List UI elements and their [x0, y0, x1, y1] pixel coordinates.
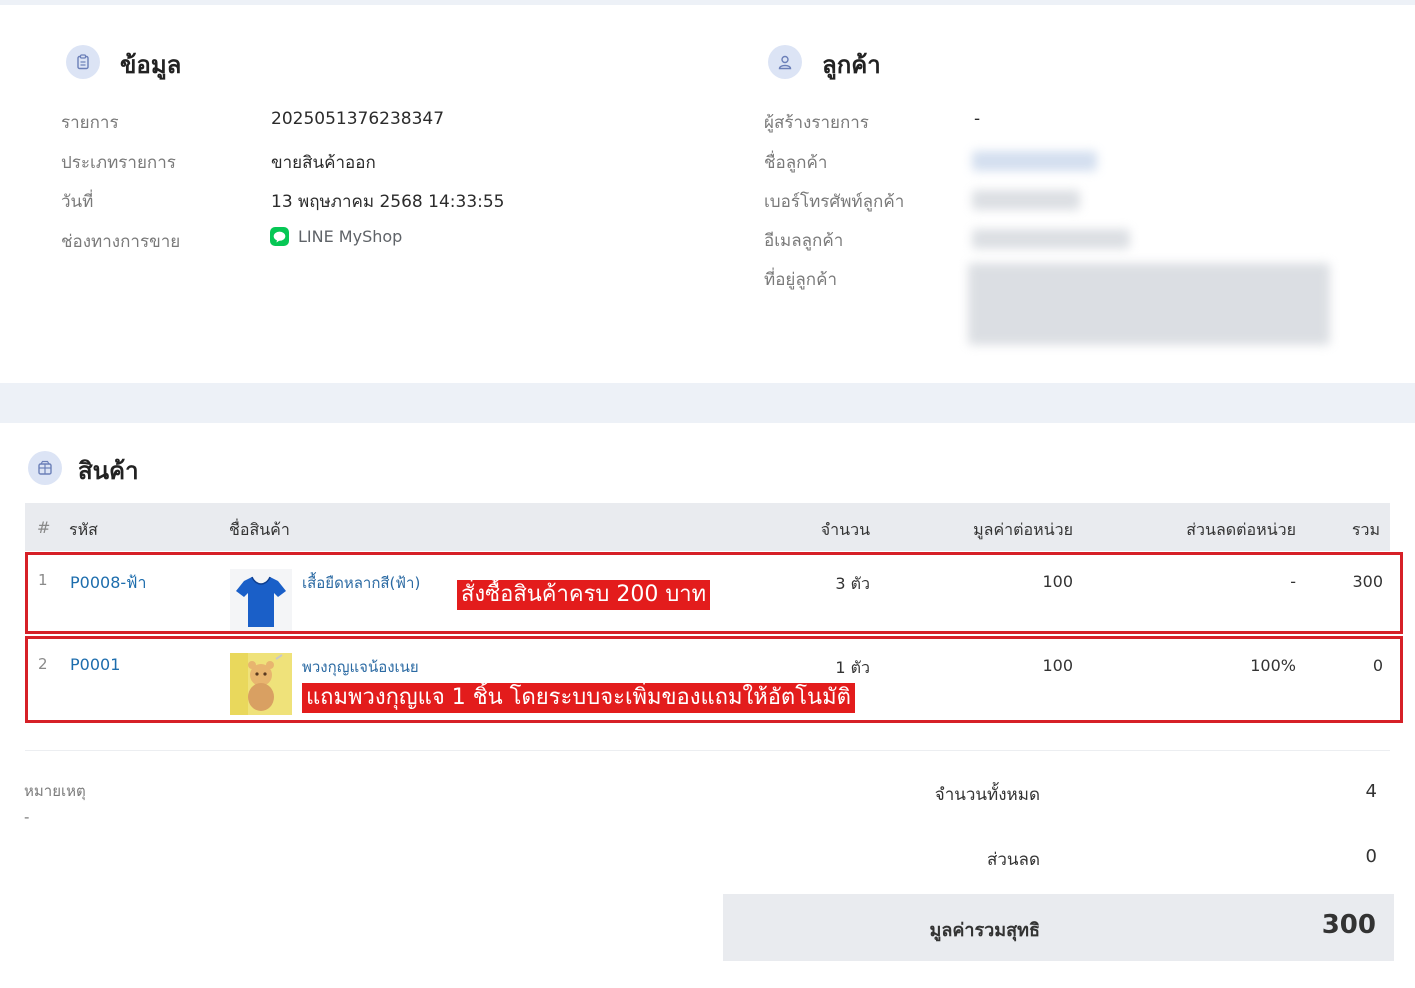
- order-type-value: ขายสินค้าออก: [271, 153, 376, 173]
- customer-title: ลูกค้า: [822, 51, 881, 79]
- row-index: 2: [38, 655, 48, 673]
- note-label: หมายเหตุ: [24, 782, 86, 800]
- promo-annotation: แถมพวงกุญแจ 1 ชิ้น โดยระบบจะเพิ่มของแถมใ…: [302, 683, 855, 713]
- row-total: 300: [1352, 572, 1383, 591]
- divider: [25, 750, 1390, 751]
- product-code-link[interactable]: P0001: [70, 655, 120, 674]
- date-value: 13 พฤษภาคม 2568 14:33:55: [271, 192, 505, 212]
- net-total-value: 300: [1321, 910, 1376, 940]
- customer-phone-redacted: [972, 190, 1080, 210]
- info-card: ข้อมูล รายการ 2025051376238347 ประเภทราย…: [0, 5, 1415, 383]
- order-id-value: 2025051376238347: [271, 109, 445, 129]
- table-row[interactable]: 1 P0008-ฟ้า เสื้อยืดหลากสี(ฟ้า) สั่งซื้อ…: [25, 552, 1403, 634]
- product-code-link[interactable]: P0008-ฟ้า: [70, 571, 146, 596]
- channel-label: ช่องทางการขาย: [61, 232, 181, 252]
- products-title: สินค้า: [78, 457, 139, 485]
- customer-email-label: อีเมลลูกค้า: [764, 231, 844, 251]
- customer-phone-label: เบอร์โทรศัพท์ลูกค้า: [764, 192, 905, 212]
- row-discount: -: [1290, 572, 1296, 591]
- creator-label: ผู้สร้างรายการ: [764, 113, 869, 133]
- col-discount: ส่วนลดต่อหน่วย: [1186, 520, 1296, 539]
- user-icon: [768, 45, 802, 79]
- creator-value: -: [974, 109, 981, 129]
- col-total: รวม: [1351, 520, 1380, 539]
- customer-name-redacted: [972, 151, 1097, 171]
- col-code: รหัส: [69, 520, 98, 539]
- customer-name-label: ชื่อลูกค้า: [764, 153, 828, 173]
- info-title: ข้อมูล: [120, 51, 182, 79]
- clipboard-icon: [66, 45, 100, 79]
- order-id-label: รายการ: [61, 113, 119, 133]
- col-qty: จำนวน: [820, 520, 870, 539]
- col-name: ชื่อสินค้า: [229, 520, 290, 539]
- discount-value: 0: [1365, 846, 1377, 867]
- product-name-link[interactable]: พวงกุญแจน้องเนย: [302, 655, 419, 679]
- row-index: 1: [38, 571, 48, 589]
- promo-annotation: สั่งซื้อสินค้าครบ 200 บาท: [457, 580, 711, 610]
- products-card: สินค้า # รหัส ชื่อสินค้า จำนวน มูลค่าต่อ…: [0, 423, 1415, 988]
- blue-tshirt-icon[interactable]: [230, 569, 292, 631]
- customer-email-redacted: [972, 229, 1130, 249]
- date-label: วันที่: [61, 192, 94, 212]
- total-qty-label: จำนวนทั้งหมด: [934, 785, 1040, 805]
- keychain-doll-icon[interactable]: [230, 653, 292, 715]
- channel-value: LINE MyShop: [270, 227, 402, 246]
- net-total-label: มูลค่ารวมสุทธิ: [929, 920, 1040, 941]
- order-type-label: ประเภทรายการ: [61, 153, 176, 173]
- row-unit-price: 100: [1042, 656, 1073, 675]
- channel-name: LINE MyShop: [298, 227, 403, 246]
- row-unit-price: 100: [1042, 572, 1073, 591]
- customer-address-redacted: [968, 263, 1330, 345]
- row-qty: 1 ตัว: [835, 658, 870, 677]
- col-index: #: [37, 518, 51, 537]
- customer-address-label: ที่อยู่ลูกค้า: [764, 270, 838, 290]
- product-name-link[interactable]: เสื้อยืดหลากสี(ฟ้า): [302, 571, 420, 595]
- note-value: -: [24, 808, 30, 826]
- total-qty-value: 4: [1365, 781, 1377, 802]
- row-discount: 100%: [1250, 656, 1296, 675]
- line-logo-icon: [270, 227, 289, 246]
- col-unit-price: มูลค่าต่อหน่วย: [973, 520, 1073, 539]
- net-total-box: มูลค่ารวมสุทธิ 300: [723, 894, 1394, 961]
- row-qty: 3 ตัว: [835, 574, 870, 593]
- box-icon: [28, 451, 62, 485]
- row-total: 0: [1372, 656, 1383, 675]
- discount-label: ส่วนลด: [986, 850, 1040, 870]
- table-row[interactable]: 2 P0001 พวงกุญแจน้องเนย แถมพวงกุญแจ 1 ชิ…: [25, 636, 1403, 723]
- table-header: # รหัส ชื่อสินค้า จำนวน มูลค่าต่อหน่วย ส…: [25, 503, 1390, 551]
